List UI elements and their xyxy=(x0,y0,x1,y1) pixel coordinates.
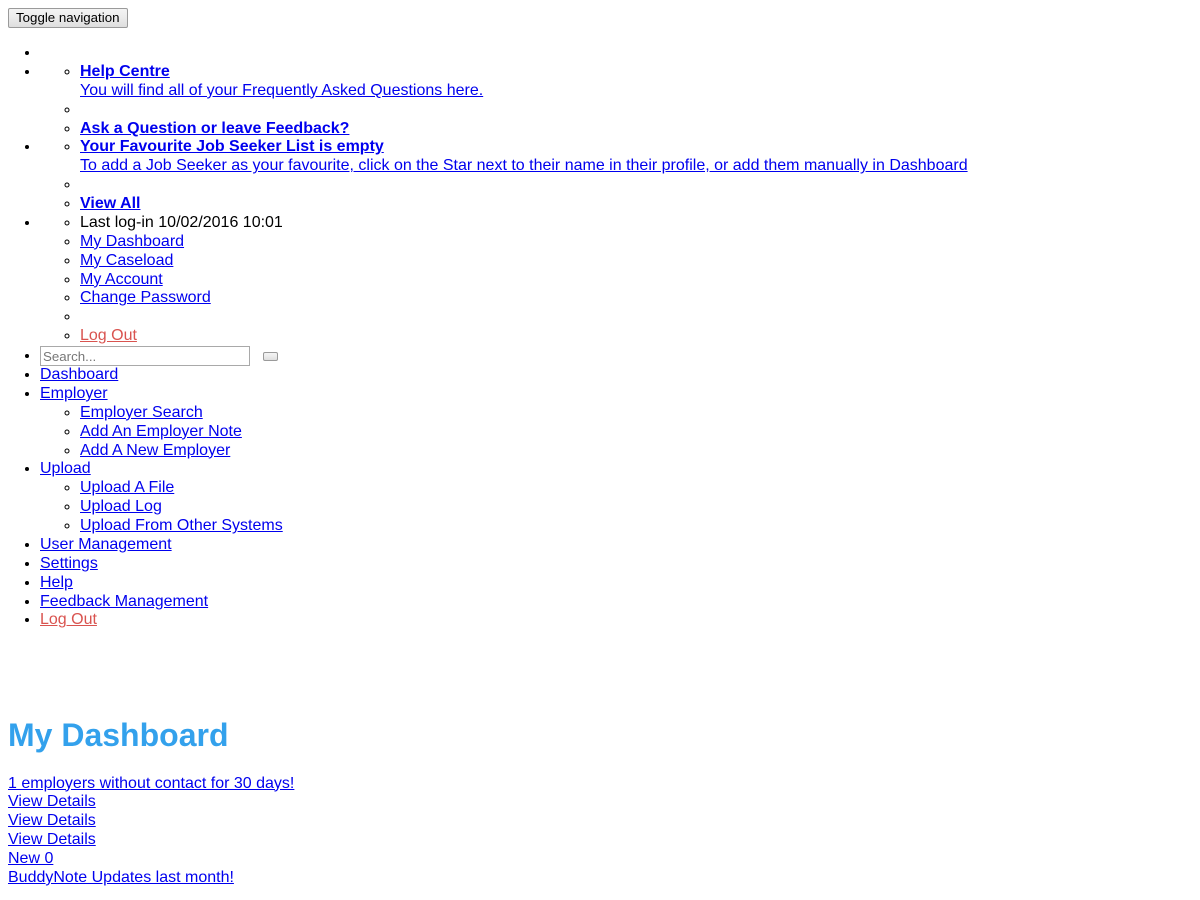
favourites-empty-description-link[interactable]: To add a Job Seeker as your favourite, c… xyxy=(80,157,1200,176)
search-input[interactable] xyxy=(40,346,250,366)
view-details-link-3[interactable]: View Details xyxy=(8,831,1192,850)
favourites-view-all-item[interactable]: View All xyxy=(80,195,1200,214)
my-dashboard-link[interactable]: My Dashboard xyxy=(80,233,184,250)
upload-submenu: Upload A File Upload Log Upload From Oth… xyxy=(40,479,1200,536)
account-log-out-link[interactable]: Log Out xyxy=(80,327,137,344)
search-submit-button[interactable] xyxy=(263,351,279,361)
sidebar-item-upload-a-file[interactable]: Upload A File xyxy=(80,479,1200,498)
sidebar-item-upload-from-other-systems[interactable]: Upload From Other Systems xyxy=(80,517,1200,536)
favourites-empty-item[interactable]: Your Favourite Job Seeker List is empty … xyxy=(80,138,1200,176)
nav-link-feedback-management[interactable]: Feedback Management xyxy=(40,593,208,610)
nav-link-add-a-new-employer[interactable]: Add A New Employer xyxy=(80,442,230,459)
help-dropdown-divider xyxy=(80,101,1200,120)
employer-submenu: Employer Search Add An Employer Note Add… xyxy=(40,404,1200,461)
nav-link-user-management[interactable]: User Management xyxy=(40,536,172,553)
account-menu-item-log-out[interactable]: Log Out xyxy=(80,327,1200,346)
favourites-menu[interactable]: Your Favourite Job Seeker List is empty … xyxy=(40,138,1200,214)
help-menu[interactable]: Help Centre You will find all of your Fr… xyxy=(40,63,1200,139)
account-menu-item-my-dashboard[interactable]: My Dashboard xyxy=(80,233,1200,252)
sidebar-item-settings[interactable]: Settings xyxy=(40,555,1200,574)
nav-link-employer[interactable]: Employer xyxy=(40,385,108,402)
page-title: My Dashboard xyxy=(8,717,229,754)
help-dropdown: Help Centre You will find all of your Fr… xyxy=(40,63,1200,139)
sidebar-item-dashboard[interactable]: Dashboard xyxy=(40,366,1200,385)
alert-employers-without-contact-link[interactable]: 1 employers without contact for 30 days! xyxy=(8,775,1192,794)
toggle-navigation-button[interactable]: Toggle navigation xyxy=(8,8,128,28)
help-centre-description-link[interactable]: You will find all of your Frequently Ask… xyxy=(80,82,1200,101)
nav-link-upload-log[interactable]: Upload Log xyxy=(80,498,162,515)
account-dropdown-divider xyxy=(80,308,1200,327)
favourites-dropdown: Your Favourite Job Seeker List is empty … xyxy=(40,138,1200,214)
favourites-dropdown-divider xyxy=(80,176,1200,195)
sidebar-item-log-out[interactable]: Log Out xyxy=(40,611,1200,630)
account-menu[interactable]: Last log-in 10/02/2016 10:01 My Dashboar… xyxy=(40,214,1200,346)
sidebar-item-upload-log[interactable]: Upload Log xyxy=(80,498,1200,517)
nav-link-help[interactable]: Help xyxy=(40,574,73,591)
sidebar-item-employer-search[interactable]: Employer Search xyxy=(80,404,1200,423)
nav-link-upload[interactable]: Upload xyxy=(40,460,91,477)
sidebar-item-feedback-management[interactable]: Feedback Management xyxy=(40,593,1200,612)
help-centre-link[interactable]: Help Centre xyxy=(80,63,1200,82)
nav-link-employer-search[interactable]: Employer Search xyxy=(80,404,203,421)
nav-link-dashboard[interactable]: Dashboard xyxy=(40,366,118,383)
help-centre-item[interactable]: Help Centre You will find all of your Fr… xyxy=(80,63,1200,101)
view-details-link-2[interactable]: View Details xyxy=(8,812,1192,831)
nav-link-log-out[interactable]: Log Out xyxy=(40,611,97,628)
account-menu-item-change-password[interactable]: Change Password xyxy=(80,289,1200,308)
main-content: My Dashboard 1 employers without contact… xyxy=(0,718,1200,887)
nav-link-upload-a-file[interactable]: Upload A File xyxy=(80,479,174,496)
favourites-empty-title-link[interactable]: Your Favourite Job Seeker List is empty xyxy=(80,138,1200,157)
my-account-link[interactable]: My Account xyxy=(80,271,163,288)
last-login-text: Last log-in 10/02/2016 10:01 xyxy=(80,213,283,231)
sidebar-item-upload[interactable]: Upload Upload A File Upload Log Upload F… xyxy=(40,460,1200,536)
nav-link-upload-from-other-systems[interactable]: Upload From Other Systems xyxy=(80,517,283,534)
view-details-link-1[interactable]: View Details xyxy=(8,793,1192,812)
sidebar-item-add-employer-note[interactable]: Add An Employer Note xyxy=(80,423,1200,442)
account-menu-item-my-account[interactable]: My Account xyxy=(80,271,1200,290)
new-count-link[interactable]: New 0 xyxy=(8,850,1192,869)
sidebar-item-employer[interactable]: Employer Employer Search Add An Employer… xyxy=(40,385,1200,461)
buddynote-updates-link[interactable]: BuddyNote Updates last month! xyxy=(8,869,1192,888)
sidebar-item-user-management[interactable]: User Management xyxy=(40,536,1200,555)
account-dropdown: Last log-in 10/02/2016 10:01 My Dashboar… xyxy=(40,214,1200,346)
sidebar-item-add-new-employer[interactable]: Add A New Employer xyxy=(80,442,1200,461)
last-login-item: Last log-in 10/02/2016 10:01 xyxy=(80,214,1200,233)
my-caseload-link[interactable]: My Caseload xyxy=(80,252,173,269)
nav-link-add-an-employer-note[interactable]: Add An Employer Note xyxy=(80,423,242,440)
nav-link-settings[interactable]: Settings xyxy=(40,555,98,572)
view-all-link[interactable]: View All xyxy=(80,195,140,212)
ask-question-item[interactable]: Ask a Question or leave Feedback? xyxy=(80,120,1200,139)
search-form xyxy=(40,346,1200,366)
account-menu-item-my-caseload[interactable]: My Caseload xyxy=(80,252,1200,271)
navbar-brand-placeholder xyxy=(40,44,1200,63)
ask-question-link[interactable]: Ask a Question or leave Feedback? xyxy=(80,120,349,137)
change-password-link[interactable]: Change Password xyxy=(80,289,211,306)
sidebar-item-help[interactable]: Help xyxy=(40,574,1200,593)
utility-navbar: Help Centre You will find all of your Fr… xyxy=(0,44,1200,630)
